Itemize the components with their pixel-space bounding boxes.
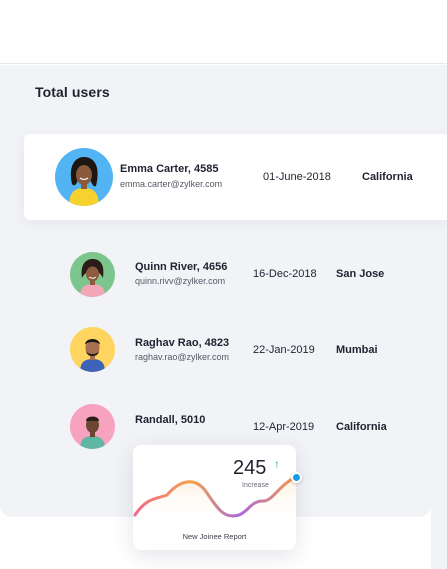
- avatar: [70, 404, 115, 449]
- page-title: Total users: [35, 84, 110, 100]
- user-name: Raghav Rao, 4823: [135, 337, 230, 349]
- user-city: California: [336, 421, 387, 433]
- user-name: Quinn River, 4656: [135, 261, 228, 273]
- user-email: raghav.rao@zylker.com: [135, 352, 230, 362]
- user-name: Emma Carter, 4585: [120, 163, 219, 175]
- top-bar: [0, 0, 447, 64]
- user-city: San Jose: [336, 268, 385, 280]
- avatar: [70, 252, 115, 297]
- avatar: [70, 327, 115, 372]
- user-join-date: 12-Apr-2019: [253, 421, 315, 433]
- user-join-date: 01-June-2018: [263, 171, 331, 183]
- new-joinee-report-card[interactable]: 245 ↑ Increase New Joinee Report: [133, 445, 302, 550]
- chart-endpoint-marker: [291, 472, 302, 483]
- report-title: New Joinee Report: [182, 532, 247, 541]
- user-join-date: 16-Dec-2018: [253, 268, 317, 280]
- user-name: Randall, 5010: [135, 414, 206, 426]
- arrow-up-icon: ↑: [274, 457, 280, 471]
- avatar: [55, 148, 113, 206]
- report-value: 245: [233, 457, 267, 479]
- report-subtitle: Increase: [242, 482, 269, 489]
- user-join-date: 22-Jan-2019: [253, 344, 315, 356]
- user-email: quinn.rivv@zylker.com: [135, 276, 226, 286]
- user-city: Mumbai: [336, 344, 378, 356]
- user-email: emma.carter@zylker.com: [120, 179, 223, 189]
- user-city: California: [362, 171, 413, 183]
